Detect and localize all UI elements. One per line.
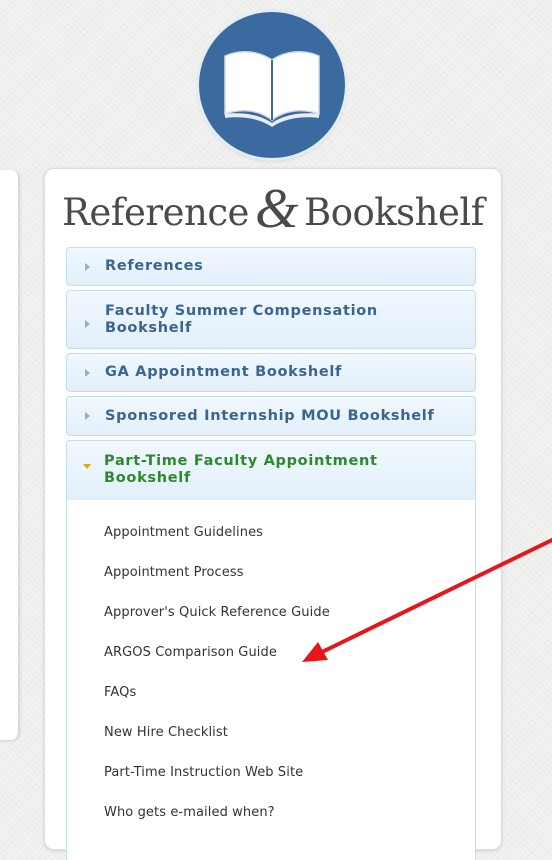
accordion-header-ga-appointment[interactable]: GA Appointment Bookshelf [66,353,476,392]
accordion-panel-part-time-faculty: Appointment Guidelines Appointment Proce… [66,500,476,860]
title-bookshelf: Bookshelf [304,191,484,234]
link-appointment-process[interactable]: Appointment Process [104,565,244,580]
triangle-right-icon [85,262,90,271]
card-title: Reference & Bookshelf [45,181,501,237]
accordion-label: Faculty Summer Compensation Bookshelf [105,302,378,336]
link-part-time-instruction-web-site[interactable]: Part-Time Instruction Web Site [104,765,303,780]
accordion-label: References [105,258,204,274]
left-side-panel [0,170,19,740]
link-appointment-guidelines[interactable]: Appointment Guidelines [104,525,263,540]
triangle-right-icon [85,412,90,420]
triangle-right-icon [85,319,90,328]
accordion-label: Part-Time Faculty Appointment Bookshelf [104,453,378,486]
accordion-header-part-time-faculty[interactable]: Part-Time Faculty Appointment Bookshelf [66,440,476,501]
accordion-header-sponsored-internship[interactable]: Sponsored Internship MOU Bookshelf [66,396,476,436]
accordion-label: Sponsored Internship MOU Bookshelf [105,407,435,424]
link-faqs[interactable]: FAQs [104,685,136,700]
triangle-down-icon [83,464,91,469]
open-book-icon [199,12,345,158]
title-ampersand: & [254,178,299,240]
link-argos-comparison-guide[interactable]: ARGOS Comparison Guide [104,645,277,660]
accordion-label: GA Appointment Bookshelf [105,364,343,380]
link-new-hire-checklist[interactable]: New Hire Checklist [104,725,228,740]
triangle-right-icon [85,368,90,377]
title-reference: Reference [62,191,249,234]
accordion-header-references[interactable]: References [66,247,476,286]
link-who-gets-emailed-when[interactable]: Who gets e-mailed when? [104,805,275,820]
accordion-header-faculty-summer-compensation[interactable]: Faculty Summer Compensation Bookshelf [66,290,476,349]
link-approvers-quick-reference-guide[interactable]: Approver's Quick Reference Guide [104,605,330,620]
